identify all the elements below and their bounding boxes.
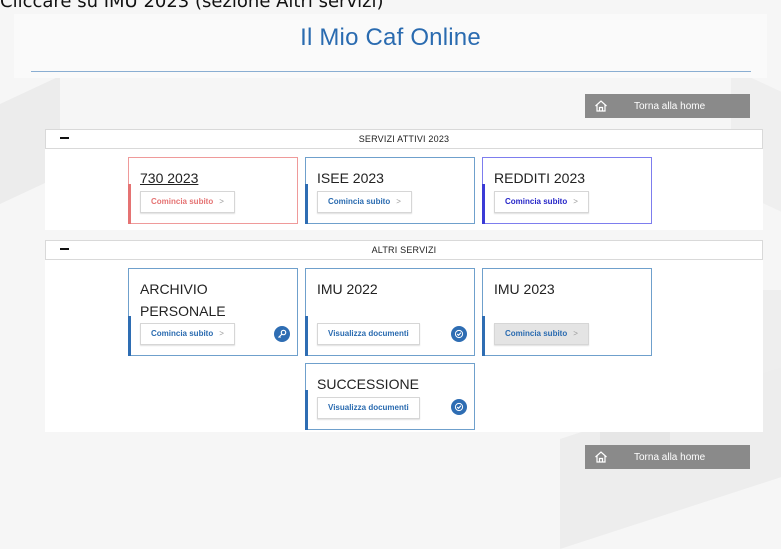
service-card-redditi-2023[interactable]: REDDITI 2023 Comincia subito > [482, 157, 652, 224]
section-title: SERVIZI ATTIVI 2023 [358, 134, 450, 144]
key-icon [274, 326, 290, 342]
chevron-right-icon: > [573, 197, 578, 206]
start-button[interactable]: Comincia subito > [494, 191, 589, 213]
start-button[interactable]: Comincia subito > [317, 191, 412, 213]
service-card-isee-2023[interactable]: ISEE 2023 Comincia subito > [305, 157, 475, 224]
start-button[interactable]: Comincia subito > [140, 323, 235, 345]
page-title: Il Mio Caf Online [300, 24, 481, 51]
check-circle-icon [451, 326, 467, 342]
chevron-right-icon: > [219, 197, 224, 206]
card-title: 730 2023 [140, 170, 199, 186]
chevron-right-icon: > [396, 197, 401, 206]
home-icon [594, 450, 608, 464]
section-header: ALTRI SERVIZI [45, 240, 763, 260]
check-circle-icon [451, 399, 467, 415]
section-servizi-attivi: SERVIZI ATTIVI 2023 730 2023 Comincia su… [45, 129, 763, 230]
service-card-730-2023[interactable]: 730 2023 Comincia subito > [128, 157, 298, 224]
start-button[interactable]: Comincia subito > [494, 323, 589, 345]
back-home-label: Torna alla home [634, 100, 706, 112]
service-card-imu-2023[interactable]: IMU 2023 Comincia subito > [482, 268, 652, 356]
back-home-label: Torna alla home [634, 451, 706, 463]
service-card-successione[interactable]: SUCCESSIONE Visualizza documenti [305, 363, 475, 430]
title-divider [31, 71, 751, 72]
start-button[interactable]: Comincia subito > [140, 191, 235, 213]
chevron-right-icon: > [219, 329, 224, 338]
card-title: ISEE 2023 [317, 170, 384, 186]
section-title: ALTRI SERVIZI [371, 245, 437, 255]
collapse-toggle[interactable] [60, 137, 69, 139]
card-title: IMU 2023 [494, 281, 555, 297]
card-title: ARCHIVIO PERSONALE [140, 281, 226, 319]
home-icon [594, 99, 608, 113]
section-header: SERVIZI ATTIVI 2023 [45, 129, 763, 149]
back-home-button-top[interactable]: Torna alla home [585, 94, 750, 118]
card-title: SUCCESSIONE [317, 376, 419, 392]
back-home-button-bottom[interactable]: Torna alla home [585, 445, 750, 469]
task-instruction: Cliccare su IMU 2023 (sezione Altri serv… [0, 0, 384, 12]
section-altri-servizi: ALTRI SERVIZI ARCHIVIO PERSONALE Cominci… [45, 240, 763, 432]
view-documents-button[interactable]: Visualizza documenti [317, 397, 420, 419]
card-title: IMU 2022 [317, 281, 378, 297]
service-card-imu-2022[interactable]: IMU 2022 Visualizza documenti [305, 268, 475, 356]
service-card-archivio-personale[interactable]: ARCHIVIO PERSONALE Comincia subito > [128, 268, 298, 356]
view-documents-button[interactable]: Visualizza documenti [317, 323, 420, 345]
card-title: REDDITI 2023 [494, 170, 586, 186]
collapse-toggle[interactable] [60, 248, 69, 250]
chevron-right-icon: > [573, 329, 578, 338]
